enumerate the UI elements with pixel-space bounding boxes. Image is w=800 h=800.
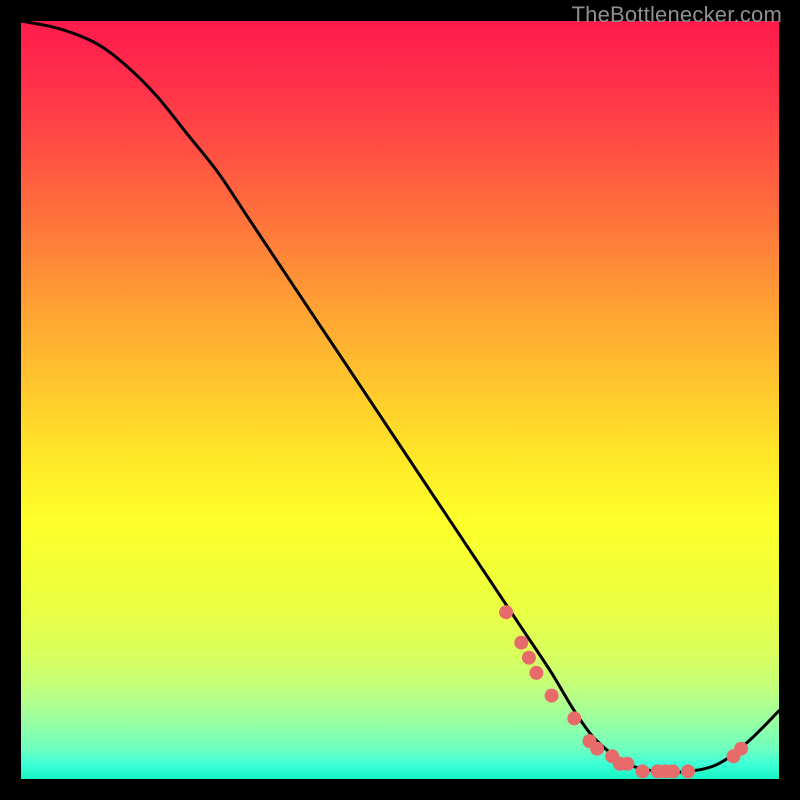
data-marker <box>529 666 543 680</box>
data-marker <box>545 689 559 703</box>
chart-container: TheBottlenecker.com <box>0 0 800 800</box>
data-marker <box>522 651 536 665</box>
data-marker <box>567 711 581 725</box>
data-marker <box>590 742 604 756</box>
data-marker <box>514 636 528 650</box>
marker-group <box>499 605 748 778</box>
plot-area <box>21 21 779 779</box>
data-marker <box>681 764 695 778</box>
data-marker <box>734 742 748 756</box>
bottleneck-curve <box>21 21 779 772</box>
curve-layer <box>21 21 779 779</box>
attribution-text: TheBottlenecker.com <box>572 2 782 28</box>
data-marker <box>499 605 513 619</box>
data-marker <box>636 764 650 778</box>
data-marker <box>666 764 680 778</box>
data-marker <box>620 757 634 771</box>
